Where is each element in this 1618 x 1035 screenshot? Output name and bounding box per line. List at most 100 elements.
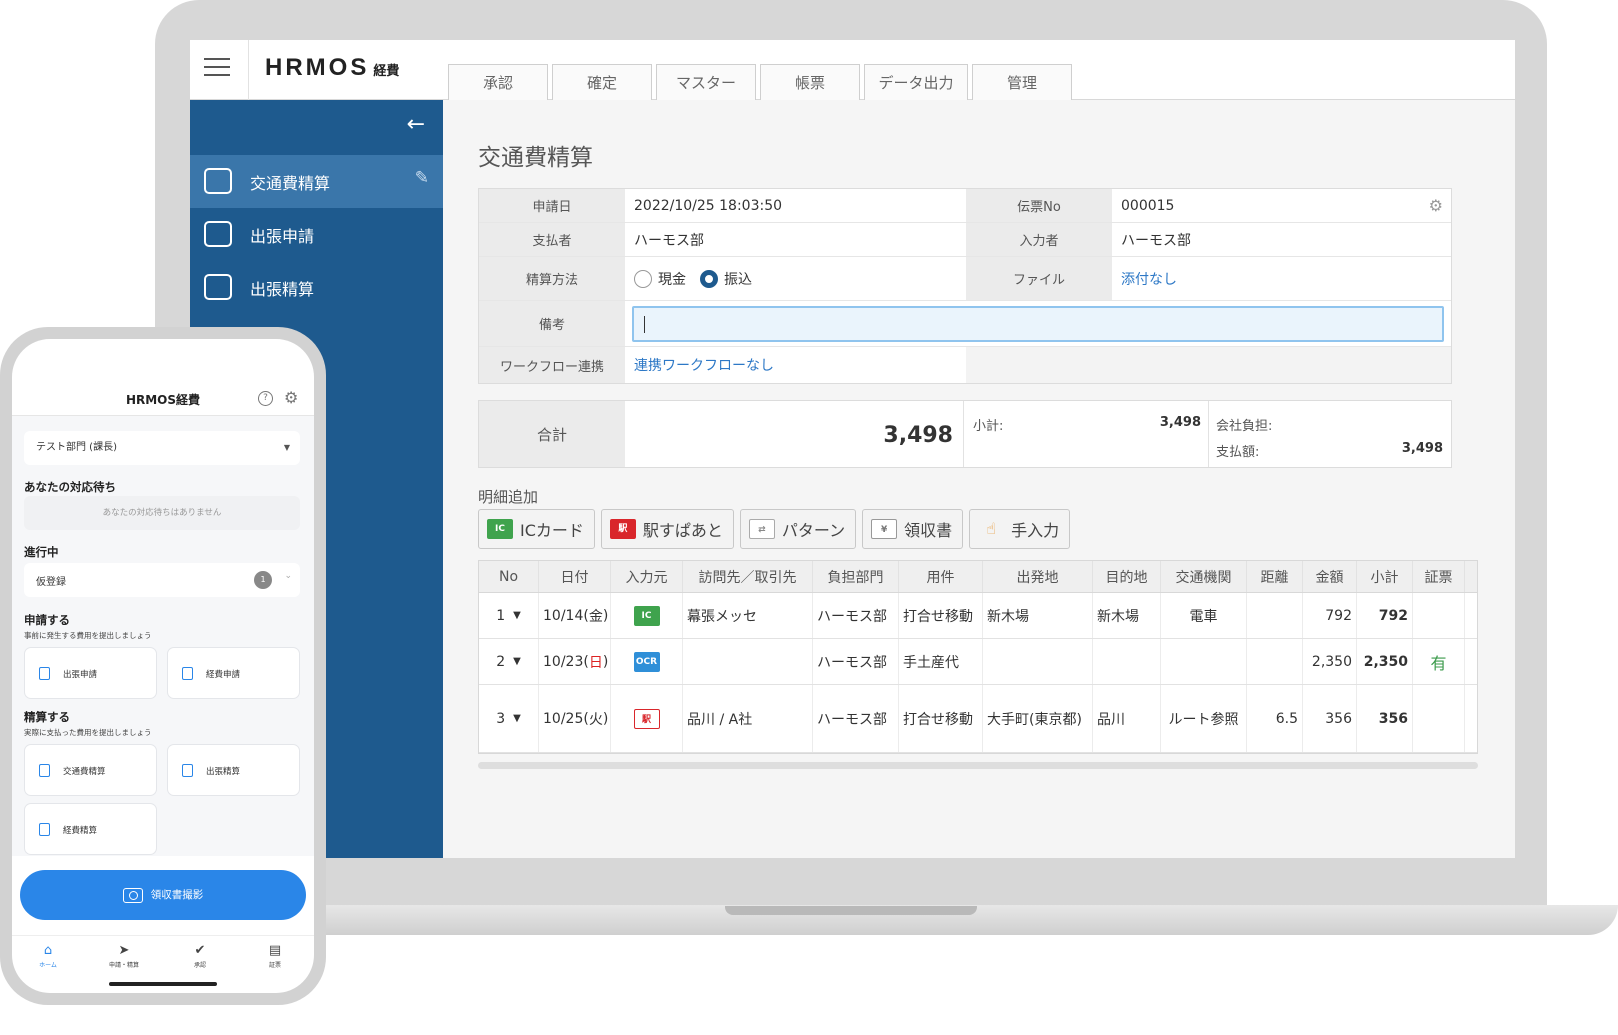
desktop-screen: HRMOS 経費 承認 確定 マスター 帳票 データ出力 管理 ← 交通費精算 ✎… — [190, 40, 1515, 858]
edit-icon[interactable]: ✎ — [415, 168, 429, 188]
trip-settle-button[interactable]: 出張精算 — [167, 744, 300, 796]
briefcase-icon — [39, 667, 50, 680]
memo-input[interactable] — [632, 305, 1444, 342]
cash-radio[interactable] — [634, 269, 652, 288]
briefcase-icon — [204, 221, 232, 247]
method-label: 精算方法 — [479, 257, 625, 300]
arrow-left-icon[interactable]: ← — [407, 112, 425, 137]
total-label: 合計 — [479, 401, 625, 467]
tab-data-export[interactable]: データ出力 — [864, 64, 968, 100]
table-row[interactable]: 2 ▼ 10/23(日) OCR ハーモス部 手土産代 2,350 2,350 有 — [479, 639, 1477, 685]
voucher-no-label: 伝票No — [966, 189, 1112, 222]
ic-card-icon: IC — [487, 519, 513, 539]
expense-settle-button[interactable]: 経費精算 — [24, 803, 157, 855]
ekispert-icon: 駅 — [633, 708, 660, 729]
tab-master[interactable]: マスター — [656, 64, 756, 100]
pattern-button[interactable]: ⇄ パターン — [739, 509, 857, 549]
nav-home[interactable]: ⌂ ホーム — [18, 943, 78, 970]
hamburger-menu-icon[interactable] — [204, 58, 230, 80]
in-progress-section-title: 進行中 — [24, 545, 59, 559]
info-form: 申請日 2022/10/25 18:03:50 伝票No 000015 ⚙ 支払者… — [478, 188, 1452, 384]
ekispert-button[interactable]: 駅駅すぱあと — [600, 509, 734, 549]
gear-icon[interactable]: ⚙ — [284, 388, 298, 407]
table-row[interactable]: 3 ▼ 10/25(火) 駅 品川 / A社 ハーモス部 打合せ移動 大手町(東京… — [479, 685, 1477, 753]
apply-section-subtitle: 事前に発生する費用を提出しましょう — [24, 631, 152, 640]
nav-apply-settle[interactable]: ➤ 申請・精算 — [94, 943, 154, 970]
horizontal-scrollbar[interactable] — [478, 762, 1478, 769]
in-progress-item[interactable]: 仮登録 1 ⌄ — [24, 563, 300, 597]
train-icon — [204, 168, 232, 194]
chevron-down-icon: ⌄ — [284, 571, 292, 581]
page-title: 交通費精算 — [478, 145, 593, 171]
help-icon[interactable]: ? — [258, 391, 273, 406]
pattern-icon: ⇄ — [748, 519, 775, 539]
cash-radio-label: 現金 — [658, 271, 686, 288]
nav-approval[interactable]: ✔ 承認 — [170, 943, 230, 970]
expense-request-button[interactable]: 経費申請 — [167, 647, 300, 699]
detail-table: No 日付 入力元 訪問先／取引先 負担部門 用件 出発地 目的地 交通機関 距… — [478, 560, 1478, 754]
sidebar-item-trip-request[interactable]: 出張申請 — [190, 208, 443, 261]
count-badge: 1 — [254, 571, 272, 589]
tab-approval[interactable]: 承認 — [448, 64, 548, 100]
ocr-icon: OCR — [633, 651, 660, 672]
chevron-down-icon[interactable]: ▼ — [513, 610, 521, 621]
tab-confirm[interactable]: 確定 — [552, 64, 652, 100]
nav-evidence[interactable]: ▤ 証票 — [245, 943, 305, 970]
top-tabs: 承認 確定 マスター 帳票 データ出力 管理 — [448, 64, 1076, 100]
voucher-no-value: 000015 — [1121, 197, 1175, 214]
ic-card-button[interactable]: IC ICカード — [478, 509, 595, 549]
sidebar-item-label: 出張精算 — [250, 280, 315, 299]
transfer-radio[interactable] — [700, 269, 718, 288]
entrant-label: 入力者 — [966, 223, 1112, 256]
workflow-label: ワークフロー連携 — [479, 347, 625, 383]
receipt-icon: ¥ — [871, 519, 898, 539]
gear-icon[interactable]: ⚙ — [1429, 196, 1443, 215]
add-detail-buttons: IC ICカード 駅駅すぱあと ⇄ パターン ¥ 領収書 ☝ 手入力 — [478, 509, 1076, 549]
chevron-down-icon[interactable]: ▼ — [513, 713, 521, 724]
file-link[interactable]: 添付なし — [1121, 269, 1177, 289]
settle-section-subtitle: 実際に支払った費用を提出しましょう — [24, 728, 152, 737]
memo-label: 備考 — [479, 301, 625, 346]
sidebar-item-transport-expense[interactable]: 交通費精算 ✎ — [190, 155, 443, 208]
document-icon — [182, 667, 193, 680]
receipt-camera-button[interactable]: 領収書撮影 — [20, 870, 306, 920]
total-value: 3,498 — [625, 401, 964, 467]
hand-icon: ☝ — [986, 519, 997, 538]
evidence-link[interactable]: 有 — [1413, 639, 1465, 684]
table-row[interactable]: 1 ▼ 10/14(金) IC 幕張メッセ ハーモス部 打合せ移動 新木場 新木場… — [479, 593, 1477, 639]
tab-admin[interactable]: 管理 — [972, 64, 1072, 100]
briefcase-icon — [182, 764, 193, 777]
receipt-button[interactable]: ¥ 領収書 — [862, 509, 964, 549]
check-circle-icon: ✔ — [194, 943, 206, 958]
payment-label: 支払額: — [1216, 445, 1260, 460]
trip-request-button[interactable]: 出張申請 — [24, 647, 157, 699]
subtotal-label: 小計: — [973, 419, 1004, 434]
manual-input-button[interactable]: ☝ 手入力 — [969, 509, 1071, 549]
ic-card-icon: IC — [633, 605, 660, 626]
settle-section-title: 精算する — [24, 710, 70, 724]
document-icon — [39, 823, 50, 836]
entrant-value: ハーモス部 — [1121, 232, 1191, 249]
apply-date-label: 申請日 — [479, 189, 625, 222]
camera-icon — [122, 887, 143, 903]
sidebar-item-trip-settlement[interactable]: 出張精算 — [190, 261, 443, 314]
waiting-section-title: あなたの対応待ち — [24, 480, 116, 494]
file-label: ファイル — [966, 257, 1112, 300]
app-logo[interactable]: HRMOS 経費 — [265, 54, 399, 82]
laptop-notch — [725, 906, 977, 915]
home-icon: ⌂ — [43, 943, 53, 958]
paper-plane-icon: ➤ — [118, 943, 130, 958]
receipt-icon: ▤ — [268, 943, 282, 958]
tab-reports[interactable]: 帳票 — [760, 64, 860, 100]
payer-value: ハーモス部 — [634, 232, 704, 249]
workflow-link[interactable]: 連携ワークフローなし — [634, 355, 774, 375]
main-content: 交通費精算 申請日 2022/10/25 18:03:50 伝票No 00001… — [443, 100, 1515, 858]
department-select[interactable]: テスト部門 (課長) ▼ — [24, 431, 300, 465]
briefcase-icon — [204, 274, 232, 300]
totals-panel: 合計 3,498 小計: 3,498 会社負担: 支払額: 3,498 — [478, 400, 1452, 468]
transport-settle-button[interactable]: 交通費精算 — [24, 744, 157, 796]
chevron-down-icon[interactable]: ▼ — [513, 656, 521, 667]
apply-date-value: 2022/10/25 18:03:50 — [634, 197, 783, 214]
payer-label: 支払者 — [479, 223, 625, 256]
app-header: HRMOS 経費 承認 確定 マスター 帳票 データ出力 管理 — [190, 40, 1515, 100]
